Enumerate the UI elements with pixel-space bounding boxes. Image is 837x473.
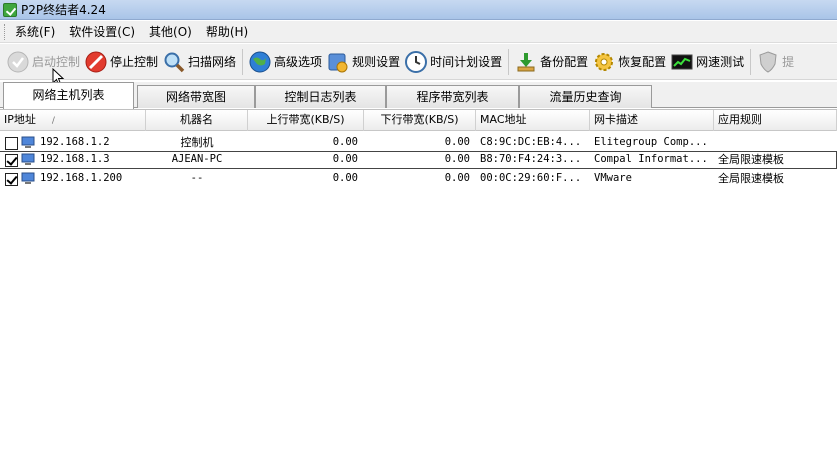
computer-icon — [21, 136, 35, 148]
globe-icon — [249, 51, 271, 72]
stop-control-button[interactable]: 停止控制 — [84, 47, 158, 77]
menu-grip — [4, 23, 7, 40]
tab-bar: 网络主机列表 网络带宽图 控制日志列表 程序带宽列表 流量历史查询 — [0, 82, 837, 109]
menu-system[interactable]: 系统(F) — [15, 23, 55, 40]
speed-test-label: 网速测试 — [696, 55, 745, 69]
advanced-options-label: 高级选项 — [274, 55, 323, 69]
column-header-machine-name[interactable]: 机器名 — [146, 110, 248, 131]
row-checkbox[interactable] — [5, 154, 18, 167]
title-bar: P2P终结者4.24 — [0, 0, 837, 20]
menu-help[interactable]: 帮助(H) — [206, 23, 248, 40]
cell-mac: B8:70:F4:24:3... — [480, 153, 582, 165]
restore-gear-icon — [595, 52, 614, 71]
column-header-rule[interactable]: 应用规则 — [714, 110, 837, 131]
computer-icon — [21, 153, 35, 165]
tab-control-log[interactable]: 控制日志列表 — [255, 85, 386, 108]
toolbar-separator — [508, 48, 510, 75]
cell-ip: 192.168.1.3 — [40, 153, 110, 165]
stop-icon — [85, 51, 107, 72]
tab-bandwidth-chart[interactable]: 网络带宽图 — [137, 85, 255, 108]
tab-program-bandwidth[interactable]: 程序带宽列表 — [386, 85, 519, 108]
cut-off-label: 提 — [782, 55, 795, 69]
start-control-button[interactable]: 启动控制 — [6, 47, 80, 77]
cell-mac: C8:9C:DC:EB:4... — [480, 136, 582, 148]
row-checkbox[interactable] — [5, 137, 18, 150]
cell-nic: Elitegroup Comp... — [594, 136, 708, 148]
tab-host-list[interactable]: 网络主机列表 — [3, 82, 134, 109]
toolbar: 启动控制 停止控制 扫描网络 高级选项 规则设置 时间计划设置 备份配置 恢复配… — [0, 44, 837, 87]
column-header-nic[interactable]: 网卡描述 — [590, 110, 714, 131]
advanced-options-button[interactable]: 高级选项 — [248, 47, 322, 77]
backup-config-button[interactable]: 备份配置 — [514, 47, 588, 77]
rule-settings-label: 规则设置 — [352, 55, 401, 69]
cell-nic: Compal Informat... — [594, 153, 708, 165]
check-circle-icon — [7, 51, 29, 72]
cell-download: 0.00 — [444, 136, 470, 148]
computer-icon — [21, 172, 35, 184]
app-logo-icon — [3, 2, 17, 17]
tab-traffic-history[interactable]: 流量历史查询 — [519, 85, 652, 108]
table-row[interactable]: 192.168.1.2 控制机 0.00 0.00 C8:9C:DC:EB:4.… — [0, 134, 837, 152]
row-checkbox[interactable] — [5, 173, 18, 186]
clock-icon — [405, 50, 428, 73]
cell-upload: 0.00 — [332, 153, 358, 165]
cell-mac: 00:0C:29:60:F... — [480, 172, 582, 184]
restore-config-label: 恢复配置 — [618, 55, 667, 69]
schedule-settings-button[interactable]: 时间计划设置 — [404, 47, 502, 77]
cell-nic: VMware — [594, 172, 632, 184]
table-header: IP地址 / 机器名 上行带宽(KB/S) 下行带宽(KB/S) MAC地址 网卡… — [0, 110, 837, 131]
sort-indicator: / — [51, 116, 55, 126]
cell-upload: 0.00 — [332, 136, 358, 148]
menu-other[interactable]: 其他(O) — [149, 23, 192, 40]
cell-machine-name: AJEAN-PC — [171, 153, 223, 165]
column-header-upload[interactable]: 上行带宽(KB/S) — [248, 110, 364, 131]
column-header-download[interactable]: 下行带宽(KB/S) — [364, 110, 476, 131]
rule-settings-button[interactable]: 规则设置 — [326, 47, 400, 77]
cell-rule — [714, 134, 837, 152]
menu-software-settings[interactable]: 软件设置(C) — [69, 23, 135, 40]
cell-ip: 192.168.1.200 — [40, 172, 123, 184]
restore-config-button[interactable]: 恢复配置 — [592, 47, 666, 77]
toolbar-separator — [750, 48, 752, 75]
backup-arrow-icon — [517, 52, 535, 71]
speed-test-button[interactable]: 网速测试 — [670, 47, 744, 77]
scan-network-button[interactable]: 扫描网络 — [162, 47, 236, 77]
host-list-table: IP地址 / 机器名 上行带宽(KB/S) 下行带宽(KB/S) MAC地址 网卡… — [0, 109, 837, 473]
menu-bar: 系统(F) 软件设置(C) 其他(O) 帮助(H) — [0, 21, 837, 43]
schedule-settings-label: 时间计划设置 — [430, 55, 503, 69]
cell-download: 0.00 — [444, 153, 470, 165]
table-row[interactable]: 192.168.1.200 -- 0.00 0.00 00:0C:29:60:F… — [0, 170, 837, 188]
cell-rule: 全局限速模板 — [718, 153, 784, 166]
rules-gear-icon — [328, 53, 348, 72]
cell-upload: 0.00 — [332, 172, 358, 184]
cell-rule: 全局限速模板 — [718, 172, 784, 185]
scan-network-label: 扫描网络 — [188, 55, 237, 69]
window-title: P2P终结者4.24 — [21, 3, 106, 17]
backup-config-label: 备份配置 — [540, 55, 589, 69]
magnifier-icon — [164, 52, 185, 72]
toolbar-separator — [242, 48, 244, 75]
cell-download: 0.00 — [444, 172, 470, 184]
cell-machine-name: -- — [190, 172, 204, 184]
speed-monitor-icon — [671, 54, 693, 69]
cut-off-button[interactable]: 提 — [756, 47, 794, 77]
shield-icon — [759, 50, 777, 73]
column-header-ip[interactable]: IP地址 / — [0, 110, 146, 131]
cell-machine-name: 控制机 — [180, 136, 214, 149]
table-row[interactable]: 192.168.1.3 AJEAN-PC 0.00 0.00 B8:70:F4:… — [0, 151, 837, 169]
stop-control-label: 停止控制 — [110, 55, 159, 69]
column-header-mac[interactable]: MAC地址 — [476, 110, 590, 131]
cell-ip: 192.168.1.2 — [40, 136, 110, 148]
